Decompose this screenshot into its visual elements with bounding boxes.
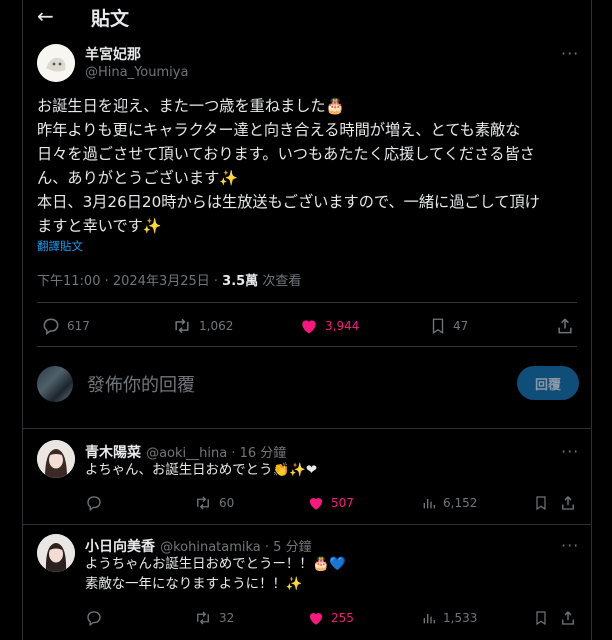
comment-text: よちゃん、お誕生日おめでとう👏✨❤ (85, 461, 317, 481)
reply-icon (87, 611, 101, 627)
like-action[interactable]: 3,944 (299, 316, 359, 336)
views-count: 3.5萬 (222, 274, 259, 289)
heart-icon (309, 612, 323, 625)
analytics-icon (423, 614, 435, 624)
reply-action[interactable] (85, 609, 103, 627)
views-count: 1,533 (443, 611, 478, 625)
like-action[interactable]: 507 (307, 494, 354, 512)
reply-action[interactable]: 617 (41, 316, 90, 336)
repost-icon (175, 318, 189, 334)
more-options-icon[interactable]: ··· (561, 44, 579, 63)
heart-icon (302, 320, 316, 334)
reply-count: 617 (67, 319, 90, 333)
post-line: お誕生日を迎え、また一つ歳を重ねました🎂 (37, 97, 345, 115)
bookmark-action[interactable]: 47 (429, 316, 468, 336)
divider (37, 346, 577, 347)
like-count: 3,944 (325, 319, 360, 333)
more-options-icon[interactable]: ··· (561, 442, 579, 461)
like-count: 507 (331, 496, 354, 510)
repost-action[interactable]: 32 (193, 609, 234, 627)
comment-line: ようちゃんお誕生日おめでとうー！！🎂💙 (85, 557, 346, 572)
comment-author-handle[interactable]: @aoki__hina (146, 446, 227, 461)
post-line: 昨年よりも更にキャラクター達と向き合える時間が増え、とても素敵な (37, 121, 521, 139)
reply-icon (43, 318, 59, 335)
share-action[interactable] (555, 316, 575, 336)
bookmark-icon (432, 318, 444, 335)
comment-line: 素敵な一年になりますように！！✨ (85, 577, 303, 592)
repost-count: 1,062 (199, 319, 234, 333)
avatar[interactable] (37, 440, 75, 478)
like-count: 255 (331, 611, 354, 625)
repost-action[interactable]: 1,062 (171, 316, 233, 336)
share-icon (562, 496, 574, 510)
translate-link[interactable]: 翻譯貼文 (37, 238, 83, 254)
repost-count: 60 (219, 496, 235, 510)
divider (23, 428, 591, 429)
repost-count: 32 (219, 611, 235, 625)
repost-icon (197, 496, 209, 510)
post-line: ますと幸いです✨ (37, 217, 162, 235)
share-icon (558, 318, 572, 334)
analytics-icon (423, 499, 435, 509)
reply-input[interactable]: 發佈你的回覆 (87, 371, 195, 397)
share-action[interactable] (559, 494, 577, 512)
page-title: 貼文 (91, 8, 130, 30)
bookmark-action[interactable] (533, 494, 549, 512)
more-options-icon[interactable]: ··· (561, 536, 579, 555)
post-line: ん、ありがとうございます✨ (37, 169, 239, 187)
post-meta: 下午11:00 · 2024年3月25日 · 3.5萬 次查看 (37, 270, 301, 289)
like-action[interactable]: 255 (307, 609, 354, 627)
reply-button[interactable]: 回覆 (517, 366, 579, 400)
post-line: 日々を過ごさせて頂いております。いつもあたたく応援してくださる皆さ (37, 145, 535, 163)
bookmark-count: 47 (453, 319, 469, 333)
bookmark-icon (536, 496, 546, 511)
divider (37, 302, 577, 303)
views-count: 6,152 (443, 496, 478, 510)
repost-action[interactable]: 60 (193, 494, 234, 512)
comment-header: 青木陽菜 @aoki__hina · 16 分鐘 (85, 442, 286, 462)
comment-author-name[interactable]: 青木陽菜 (85, 445, 141, 461)
share-icon (562, 611, 574, 625)
my-avatar (37, 366, 73, 402)
bookmark-icon (536, 611, 546, 626)
post-text: お誕生日を迎え、また一つ歳を重ねました🎂 昨年よりも更にキャラクター達と向き合え… (37, 94, 582, 238)
views-label: 次查看 (258, 274, 302, 289)
avatar[interactable] (37, 534, 75, 572)
reply-action[interactable] (85, 494, 103, 512)
comment-line: よちゃん、お誕生日おめでとう👏✨❤ (85, 463, 318, 478)
author-handle[interactable]: @Hina_Youmiya (85, 65, 188, 80)
back-arrow-icon[interactable]: ← (37, 4, 54, 28)
share-action[interactable] (559, 609, 577, 627)
post-time[interactable]: 下午11:00 · 2024年3月25日 · (37, 274, 222, 289)
avatar[interactable] (37, 44, 75, 82)
bookmark-action[interactable] (533, 609, 549, 627)
views-action[interactable]: 6,152 (421, 494, 477, 512)
comment-header: 小日向美香 @kohinatamika · 5 分鐘 (85, 536, 312, 556)
reply-icon (87, 496, 101, 512)
comment-author-name[interactable]: 小日向美香 (85, 539, 155, 555)
divider (23, 524, 591, 525)
comment-text: ようちゃんお誕生日おめでとうー！！🎂💙 素敵な一年になりますように！！✨ (85, 555, 346, 595)
views-action[interactable]: 1,533 (421, 609, 477, 627)
repost-icon (197, 611, 209, 625)
author-name[interactable]: 羊宮妃那 (85, 44, 141, 64)
top-bar: ← 貼文 (23, 0, 591, 34)
heart-icon (309, 497, 323, 510)
comment-time[interactable]: · 5 分鐘 (261, 540, 312, 555)
post-line: 本日、3月26日20時からは生放送もございますので、一緒に過ごして頂け (37, 193, 540, 211)
comment-time[interactable]: · 16 分鐘 (227, 446, 286, 461)
post-column: ← 貼文 羊宮妃那 @Hina_Youmiya ··· お誕生日を迎え、また一つ… (22, 0, 592, 640)
comment-author-handle[interactable]: @kohinatamika (160, 540, 261, 555)
